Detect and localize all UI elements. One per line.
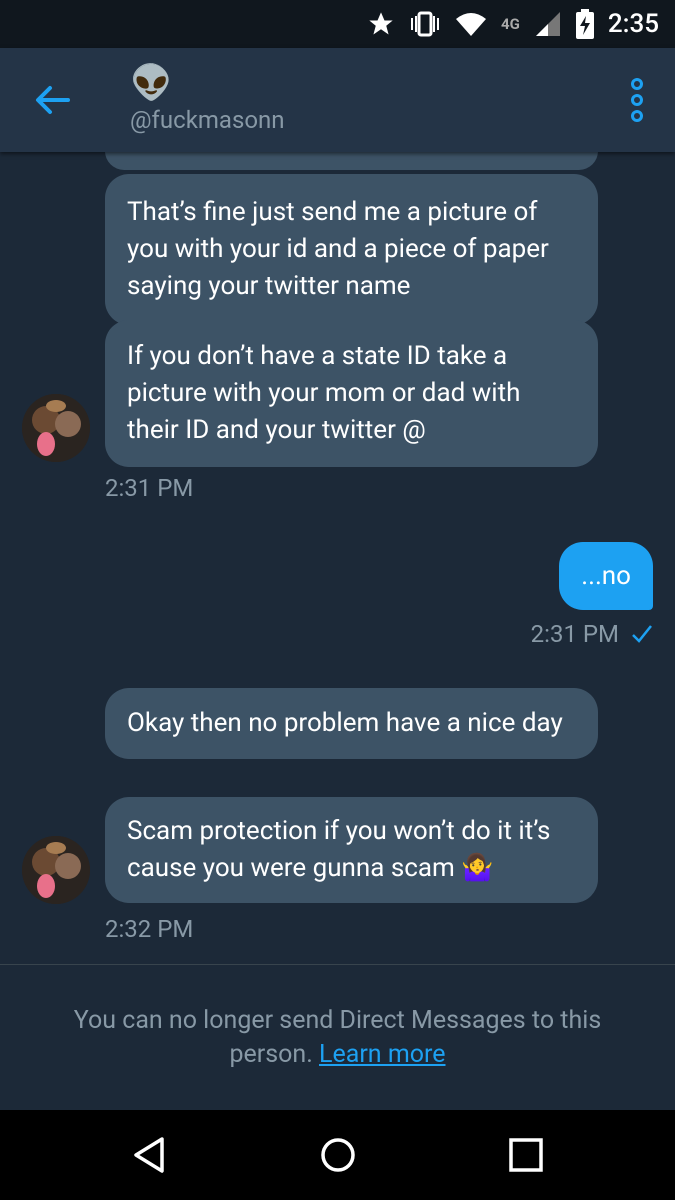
wifi-icon: [455, 13, 486, 36]
signal-icon: [535, 12, 560, 36]
nav-home-icon[interactable]: [318, 1135, 358, 1175]
sent-timestamp: 2:31 PM: [531, 620, 653, 648]
read-check-icon: [632, 625, 652, 643]
sender-avatar[interactable]: [22, 394, 90, 462]
nav-back-icon[interactable]: [130, 1135, 170, 1175]
message-bubble[interactable]: Scam protection if you won’t do it it’s …: [105, 797, 598, 903]
nav-recents-icon[interactable]: [506, 1135, 546, 1175]
message-bubble[interactable]: Okay then no problem have a nice day: [105, 688, 598, 759]
message-list[interactable]: That’s fine just send me a picture of yo…: [0, 152, 675, 964]
divider: [0, 964, 675, 965]
battery-icon: [575, 9, 594, 39]
star-icon: [369, 12, 393, 35]
overflow-menu-icon[interactable]: [627, 78, 647, 122]
message-timestamp: 2:32 PM: [105, 915, 194, 943]
vibrate-icon: [410, 11, 439, 37]
sent-message-bubble[interactable]: ...no: [559, 542, 653, 610]
status-bar: 4G 2:35: [0, 0, 675, 48]
status-clock: 2:35: [607, 9, 659, 39]
profile-handle[interactable]: @fuckmasonn: [130, 106, 285, 134]
learn-more-link[interactable]: Learn more: [319, 1040, 445, 1069]
dm-disabled-notice: You can no longer send Direct Messages t…: [40, 1004, 635, 1072]
profile-avatar[interactable]: 👽: [130, 66, 172, 100]
system-nav-bar: [0, 1110, 675, 1200]
message-bubble[interactable]: That’s fine just send me a picture of yo…: [105, 174, 598, 325]
sent-time-label: 2:31 PM: [530, 620, 619, 648]
message-bubble[interactable]: If you don’t have a state ID take a pict…: [105, 320, 598, 467]
network-type: 4G: [500, 15, 520, 33]
conversation-header: 👽 @fuckmasonn: [0, 48, 675, 152]
message-bubble-partial: [105, 152, 598, 170]
sender-avatar[interactable]: [22, 836, 90, 904]
back-arrow-icon[interactable]: [32, 80, 72, 120]
message-timestamp: 2:31 PM: [105, 474, 194, 502]
